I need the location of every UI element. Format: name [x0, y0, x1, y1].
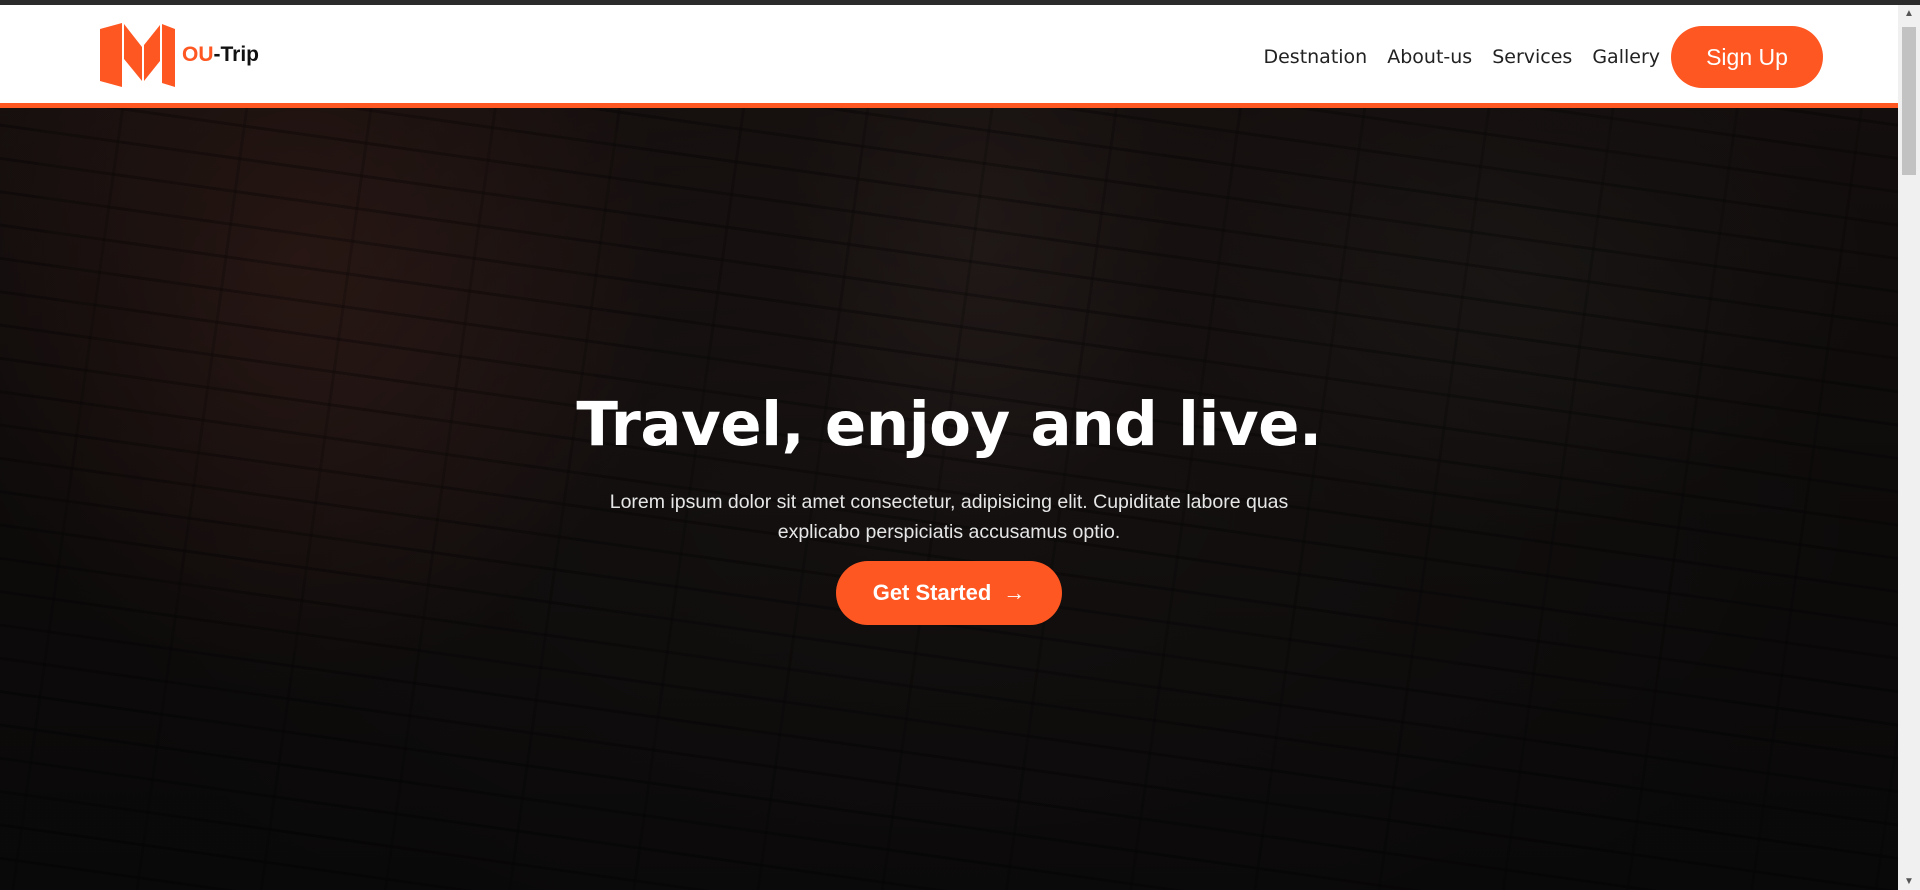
site-header: OU-Trip Destnation About-us Services Gal… [0, 5, 1898, 108]
arrow-right-icon: → [1003, 580, 1026, 606]
brand-name-accent: OU [182, 43, 214, 66]
nav-link-about-us[interactable]: About-us [1387, 46, 1472, 68]
brand-logo[interactable]: OU-Trip [100, 23, 259, 87]
scroll-up-arrow-icon[interactable]: ▲ [1898, 5, 1920, 22]
main-nav: Destnation About-us Services Gallery Sig… [1263, 26, 1823, 88]
nav-link-services[interactable]: Services [1492, 46, 1572, 68]
hero-title: Travel, enjoy and live. [576, 389, 1322, 460]
hero-description: Lorem ipsum dolor sit amet consectetur, … [609, 491, 1289, 544]
hero-content: Travel, enjoy and live. Lorem ipsum dolo… [0, 388, 1898, 626]
scroll-down-arrow-icon[interactable]: ▼ [1898, 873, 1920, 890]
get-started-label: Get Started [872, 580, 992, 606]
folded-map-logo-icon [100, 23, 175, 87]
sign-up-button[interactable]: Sign Up [1671, 26, 1823, 88]
nav-link-destination[interactable]: Destnation [1263, 46, 1367, 68]
brand-name-rest: -Trip [213, 43, 260, 66]
scrollbar-thumb[interactable] [1902, 27, 1916, 175]
nav-link-gallery[interactable]: Gallery [1592, 46, 1660, 68]
hero-section: Travel, enjoy and live. Lorem ipsum dolo… [0, 108, 1898, 890]
page-scrollbar[interactable]: ▲ ▼ [1898, 5, 1920, 890]
brand-name: OU-Trip [182, 43, 259, 67]
get-started-button[interactable]: Get Started → [836, 561, 1062, 626]
